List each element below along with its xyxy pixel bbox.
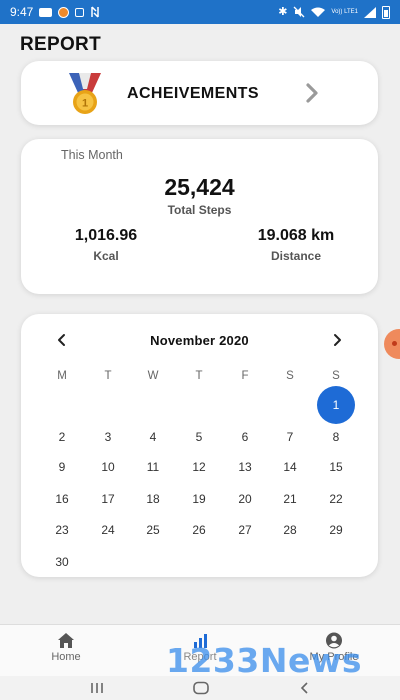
calendar-day[interactable]: 20 (225, 485, 265, 513)
kcal-label: Kcal (93, 249, 119, 263)
calendar-weekday-header: S (286, 370, 294, 382)
calendar-day[interactable]: 30 (42, 548, 82, 576)
nav-profile[interactable]: My Profile (284, 625, 384, 677)
signal-icon (364, 6, 376, 18)
calendar-day[interactable]: 14 (270, 453, 310, 481)
calendar-day[interactable]: 26 (179, 516, 219, 544)
chevron-right-icon[interactable] (329, 332, 345, 348)
nav-report[interactable]: Report (150, 625, 250, 677)
calendar-day[interactable]: 10 (88, 453, 128, 481)
home-icon (58, 633, 74, 648)
calendar-day[interactable]: 15 (316, 453, 356, 481)
status-right: ✱ Vo)) LTE1 (278, 5, 390, 19)
calendar-day[interactable]: 13 (225, 453, 265, 481)
calendar-day[interactable]: 18 (133, 485, 173, 513)
calendar-day-selected[interactable]: 1 (316, 386, 356, 424)
distance-value: 19.068 km (257, 227, 335, 244)
calendar-weekday-header: M (57, 370, 67, 382)
page-title: REPORT (20, 34, 101, 55)
calendar-day[interactable]: 22 (316, 485, 356, 513)
recents-icon[interactable] (88, 681, 106, 695)
calendar-day[interactable]: 29 (316, 516, 356, 544)
kcal-stat: 1,016.96 Kcal (36, 227, 176, 263)
bluetooth-icon: ✱ (278, 5, 288, 18)
notification-icon (75, 7, 85, 17)
distance-stat: 19.068 km Distance (226, 227, 366, 263)
calendar-day[interactable]: 25 (133, 516, 173, 544)
total-steps-label: Total Steps (167, 203, 232, 217)
status-left: 9:47 (10, 5, 100, 19)
calendar-day[interactable]: 27 (225, 516, 265, 544)
calendar-day[interactable]: 9 (42, 453, 82, 481)
total-steps-value: 25,424 (164, 174, 235, 200)
calendar-day[interactable]: 7 (270, 423, 310, 451)
system-home-icon[interactable] (192, 681, 210, 695)
svg-text:1: 1 (82, 98, 88, 110)
profile-icon (326, 632, 342, 649)
calendar-weekday-header: T (195, 370, 203, 382)
battery-icon (382, 5, 390, 19)
chevron-right-icon[interactable] (301, 81, 323, 105)
bottom-nav: Home Report My Profile (0, 624, 400, 676)
calendar-day[interactable]: 17 (88, 485, 128, 513)
calendar-day[interactable]: 28 (270, 516, 310, 544)
calendar-weekday-header: W (147, 370, 159, 382)
floating-assist-button[interactable] (384, 329, 400, 359)
calendar-day[interactable]: 4 (133, 423, 173, 451)
sync-icon (90, 6, 100, 18)
kcal-value: 1,016.96 (74, 227, 138, 244)
system-nav-bar (0, 676, 400, 700)
medal-icon: 1 (69, 73, 101, 114)
calendar-day[interactable]: 16 (42, 485, 82, 513)
calendar-day[interactable]: 23 (42, 516, 82, 544)
video-icon (39, 7, 53, 17)
calendar-day[interactable]: 2 (42, 423, 82, 451)
calendar-day[interactable]: 19 (179, 485, 219, 513)
achievements-card[interactable]: 1 ACHEIVEMENTS (21, 61, 378, 125)
calendar-day[interactable]: 8 (316, 423, 356, 451)
status-bar: 9:47 ✱ Vo)) LTE1 (0, 0, 400, 24)
bar-chart-icon (194, 634, 207, 648)
calendar-weekday-header: T (104, 370, 112, 382)
monthly-stats-card: This Month 25,424 Total Steps 1,016.96 K… (21, 139, 378, 294)
calendar-month-label: November 2020 (150, 333, 249, 348)
distance-label: Distance (270, 249, 322, 263)
calendar-day[interactable]: 6 (225, 423, 265, 451)
wifi-icon (311, 7, 326, 17)
calendar-weekday-header: F (241, 370, 249, 382)
screen-record-icon (58, 6, 70, 18)
nav-home[interactable]: Home (16, 625, 116, 677)
achievements-label: ACHEIVEMENTS (127, 85, 259, 102)
back-icon[interactable] (296, 681, 314, 695)
calendar-day[interactable]: 24 (88, 516, 128, 544)
calendar-card: November 2020 M T W T F S S 1 2 3 4 5 6 7 8 9 10 11 12 13 14… (21, 314, 378, 577)
nav-report-label: Report (183, 651, 217, 663)
status-time: 9:47 (10, 5, 34, 19)
nav-profile-label: My Profile (309, 651, 359, 663)
period-label: This Month (61, 148, 123, 162)
mute-icon (293, 6, 305, 18)
calendar-day[interactable]: 3 (88, 423, 128, 451)
lte-icon: Vo)) LTE1 (331, 9, 358, 15)
calendar-day[interactable]: 11 (133, 453, 173, 481)
calendar-day[interactable]: 21 (270, 485, 310, 513)
calendar-day[interactable]: 12 (179, 453, 219, 481)
nav-home-label: Home (51, 651, 81, 663)
calendar-day[interactable]: 5 (179, 423, 219, 451)
